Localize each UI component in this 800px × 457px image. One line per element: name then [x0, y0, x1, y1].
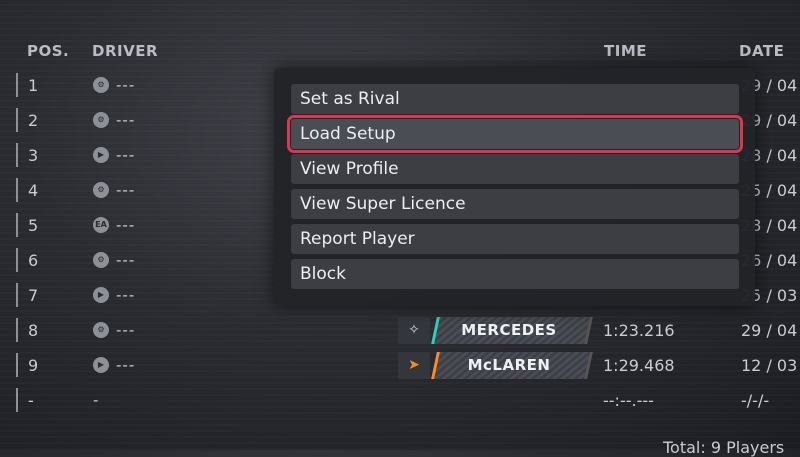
- row-marker: [16, 283, 18, 307]
- row-pos: 7: [28, 286, 39, 305]
- context-menu: Set as Rival Load Setup View Profile Vie…: [274, 68, 755, 306]
- row-pos: 3: [28, 146, 39, 165]
- menu-item-load-setup[interactable]: Load Setup: [287, 115, 743, 153]
- row-driver: ---: [116, 216, 136, 234]
- playstation-icon: ▶: [93, 147, 109, 163]
- steam-icon: ⚙: [93, 112, 109, 128]
- row-marker: [16, 388, 18, 412]
- row-pos: 5: [28, 216, 39, 235]
- row-date: 29 / 04: [741, 321, 798, 340]
- team-badge-mercedes: ✧ MERCEDES: [398, 317, 593, 344]
- table-row[interactable]: - - --:--.--- -/-/-: [0, 383, 800, 418]
- row-marker: [16, 108, 18, 132]
- row-driver: ---: [116, 286, 136, 304]
- row-driver: ---: [116, 76, 136, 94]
- row-marker: [16, 213, 18, 237]
- menu-item-view-profile[interactable]: View Profile: [291, 154, 739, 184]
- steam-icon: ⚙: [93, 182, 109, 198]
- menu-item-block[interactable]: Block: [291, 259, 739, 289]
- ea-icon: EA: [93, 217, 109, 233]
- row-pos: 2: [28, 111, 39, 130]
- steam-icon: ⚙: [93, 77, 109, 93]
- row-pos: 9: [28, 356, 39, 375]
- header-time: TIME: [604, 42, 647, 60]
- table-row[interactable]: 8 ⚙ --- ✧ MERCEDES 1:23.216 29 / 04: [0, 313, 800, 348]
- table-row[interactable]: 9 ▶ --- ➤ McLAREN 1:29.468 12 / 03: [0, 348, 800, 383]
- row-driver: -: [93, 391, 100, 409]
- row-pos: 1: [28, 76, 39, 95]
- header-pos: POS.: [27, 42, 70, 60]
- mclaren-logo-icon: ➤: [398, 352, 430, 379]
- row-driver: ---: [116, 321, 136, 339]
- menu-item-report-player[interactable]: Report Player: [291, 224, 739, 254]
- row-time: 1:23.216: [603, 321, 675, 340]
- team-badge-mclaren: ➤ McLAREN: [398, 352, 593, 379]
- row-marker: [16, 73, 18, 97]
- row-marker: [16, 178, 18, 202]
- mercedes-logo-icon: ✧: [398, 317, 430, 344]
- header-driver: DRIVER: [92, 42, 158, 60]
- row-marker: [16, 353, 18, 377]
- header-date: DATE: [739, 42, 785, 60]
- row-time: --:--.---: [603, 391, 654, 410]
- row-date: 12 / 03: [741, 356, 798, 375]
- row-marker: [16, 143, 18, 167]
- menu-item-set-as-rival[interactable]: Set as Rival: [291, 84, 739, 114]
- steam-icon: ⚙: [93, 252, 109, 268]
- row-driver: ---: [116, 111, 136, 129]
- team-name: McLAREN: [467, 356, 551, 374]
- row-pos: 8: [28, 321, 39, 340]
- row-driver: ---: [116, 181, 136, 199]
- team-name: MERCEDES: [461, 321, 557, 339]
- row-driver: ---: [116, 356, 136, 374]
- playstation-icon: ▶: [93, 287, 109, 303]
- row-time: 1:29.468: [603, 356, 675, 375]
- row-pos: 4: [28, 181, 39, 200]
- row-marker: [16, 248, 18, 272]
- row-pos: 6: [28, 251, 39, 270]
- row-marker: [16, 318, 18, 342]
- menu-item-view-super-licence[interactable]: View Super Licence: [291, 189, 739, 219]
- table-header: POS. DRIVER TIME DATE: [0, 42, 800, 62]
- row-driver: ---: [116, 146, 136, 164]
- total-players: Total: 9 Players: [663, 438, 785, 457]
- row-date: -/-/-: [741, 391, 770, 410]
- steam-icon: ⚙: [93, 322, 109, 338]
- row-pos: -: [28, 391, 34, 410]
- row-driver: ---: [116, 251, 136, 269]
- playstation-icon: ▶: [93, 357, 109, 373]
